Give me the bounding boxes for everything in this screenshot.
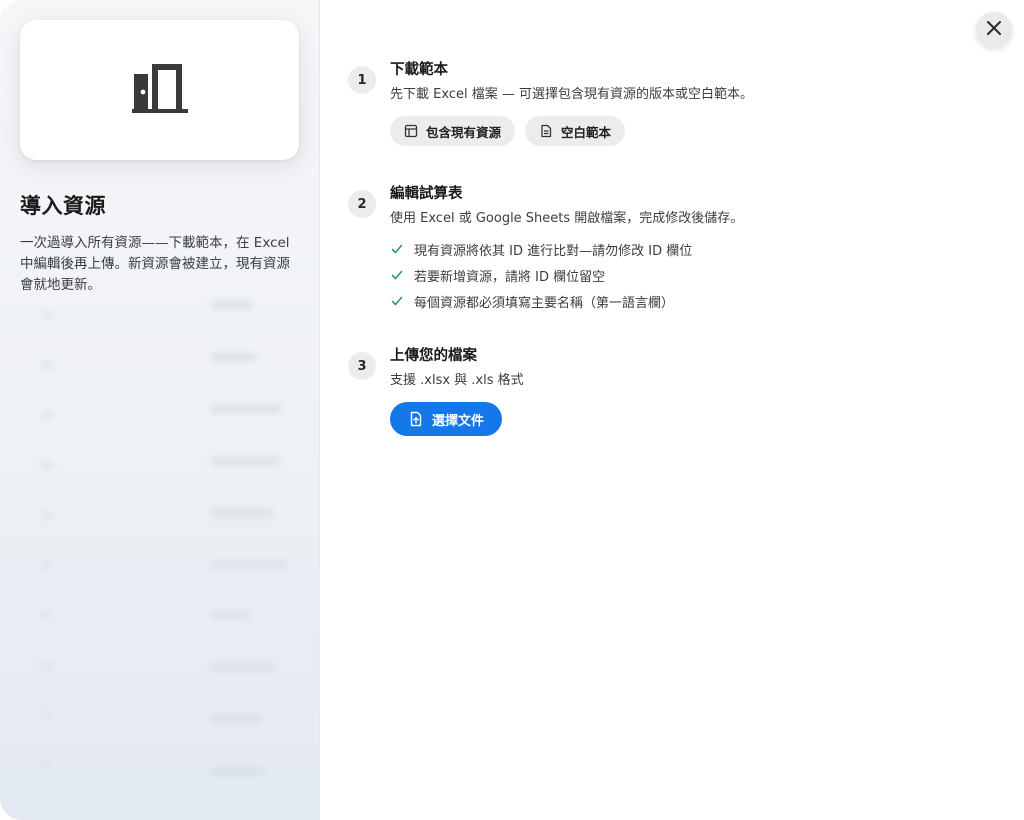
check-icon	[390, 242, 404, 256]
download-with-existing-button[interactable]: 包含現有資源	[390, 116, 516, 146]
preview-card	[20, 20, 299, 160]
file-upload-icon	[408, 411, 424, 427]
step-number: 2	[348, 190, 376, 218]
step-description: 支援 .xlsx 與 .xls 格式	[390, 373, 524, 388]
download-with-existing-label: 包含現有資源	[426, 124, 502, 140]
check-icon	[390, 268, 404, 282]
intro-panel: 導入資源 一次過導入所有資源——下載範本，在 Excel 中編輯後再上傳。新資源…	[0, 0, 320, 820]
checklist-text: 若要新增資源，請將 ID 欄位留空	[414, 269, 606, 285]
checklist-text: 現有資源將依其 ID 進行比對—請勿修改 ID 欄位	[414, 243, 693, 259]
table-icon	[404, 124, 418, 138]
step-number: 1	[348, 66, 376, 94]
checklist-text: 每個資源都必須填寫主要名稱（第一語言欄）	[414, 295, 675, 311]
step-title: 上傳您的檔案	[390, 348, 477, 364]
choose-file-button[interactable]: 選擇文件	[390, 402, 503, 436]
dialog-title: 導入資源	[20, 194, 106, 218]
document-icon	[539, 124, 553, 138]
step-title: 下載範本	[390, 62, 448, 78]
list-item: 每個資源都必須填寫主要名稱（第一語言欄）	[390, 288, 990, 314]
step-title: 編輯試算表	[390, 186, 463, 202]
close-icon	[985, 19, 1003, 41]
step-description: 使用 Excel 或 Google Sheets 開啟檔案，完成修改後儲存。	[390, 211, 744, 226]
close-button[interactable]	[976, 12, 1012, 48]
download-blank-template-button[interactable]: 空白範本	[525, 116, 626, 146]
check-icon	[390, 294, 404, 308]
list-item: 現有資源將依其 ID 進行比對—請勿修改 ID 欄位	[390, 236, 990, 262]
rules-checklist: 現有資源將依其 ID 進行比對—請勿修改 ID 欄位 若要新增資源，請將 ID …	[390, 236, 990, 314]
step-number: 3	[348, 352, 376, 380]
download-blank-template-label: 空白範本	[561, 124, 612, 140]
import-resources-dialog: 導入資源 一次過導入所有資源——下載範本，在 Excel 中編輯後再上傳。新資源…	[0, 0, 1024, 820]
step-description: 先下載 Excel 檔案 — 可選擇包含現有資源的版本或空白範本。	[390, 87, 753, 102]
list-item: 若要新增資源，請將 ID 欄位留空	[390, 262, 990, 288]
dialog-description: 一次過導入所有資源——下載範本，在 Excel 中編輯後再上傳。新資源會被建立，…	[20, 235, 290, 293]
choose-file-label: 選擇文件	[432, 413, 485, 429]
background-preview-blur	[0, 280, 319, 820]
steps-panel: 1 下載範本 先下載 Excel 檔案 — 可選擇包含現有資源的版本或空白範本。…	[320, 0, 1024, 820]
door-icon	[131, 62, 188, 118]
